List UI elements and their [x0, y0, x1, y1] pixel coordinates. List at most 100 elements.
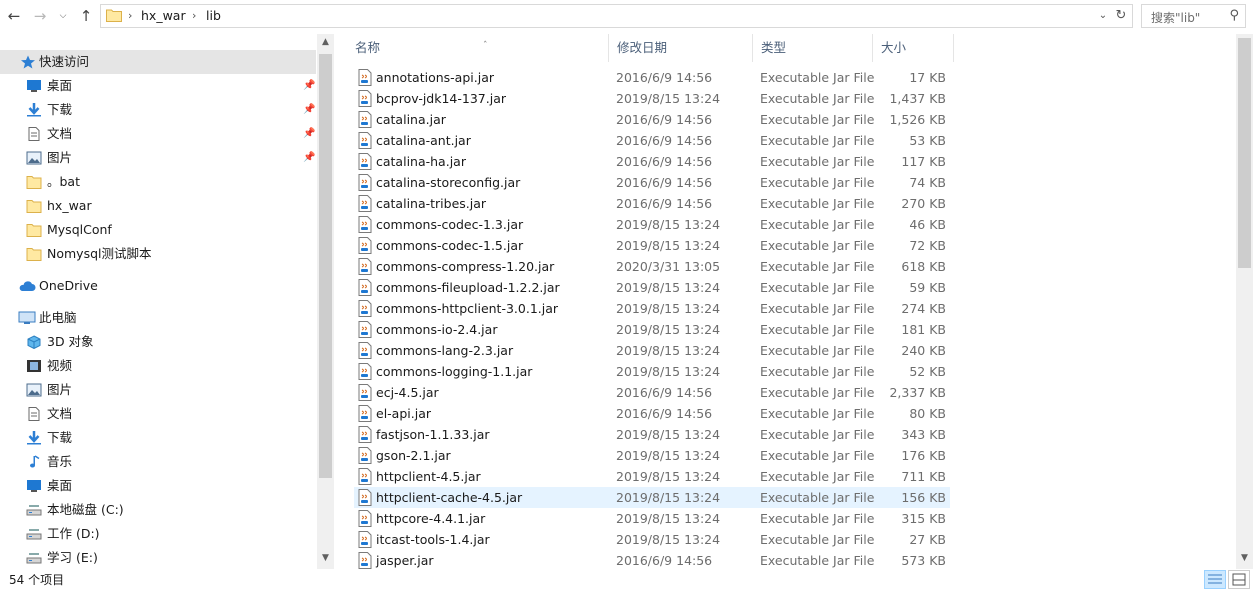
file-row[interactable]: catalina-ant.jar 2016/6/9 14:56 Executable… — [354, 130, 950, 151]
file-list-scrollbar[interactable]: ▲ ▼ — [1236, 34, 1253, 569]
file-row[interactable]: commons-fileupload-1.2.2.jar 2019/8/15 13… — [354, 277, 950, 298]
file-row[interactable]: itcast-tools-1.4.jar 2019/8/15 13:24 Execu… — [354, 529, 950, 550]
nav-item-quick-2[interactable]: 文档 📌 — [0, 122, 316, 146]
file-name[interactable]: catalina-ha.jar — [376, 151, 466, 172]
file-name[interactable]: commons-lang-2.3.jar — [376, 340, 513, 361]
file-name[interactable]: catalina-storeconfig.jar — [376, 172, 520, 193]
nav-item-quick-4[interactable]: 。bat — [0, 170, 316, 194]
nav-item-pc-1[interactable]: 视频 — [0, 354, 316, 378]
scroll-thumb[interactable] — [319, 54, 332, 478]
address-bar[interactable]: › hx_war › lib ⌄ ↻ — [100, 4, 1133, 28]
file-name[interactable]: itcast-tools-1.4.jar — [376, 529, 490, 550]
address-history-dropdown[interactable]: ⌄ — [1096, 7, 1110, 25]
file-name[interactable]: fastjson-1.1.33.jar — [376, 424, 490, 445]
file-row[interactable]: commons-codec-1.3.jar 2019/8/15 13:24 Exec… — [354, 214, 950, 235]
file-name[interactable]: commons-logging-1.1.jar — [376, 361, 532, 382]
nav-item-pc-5[interactable]: 音乐 — [0, 450, 316, 474]
nav-item-quick-6[interactable]: MysqlConf — [0, 218, 316, 242]
file-row[interactable]: ecj-4.5.jar 2016/6/9 14:56 Executable Jar … — [354, 382, 950, 403]
pin-icon[interactable]: 📌 — [303, 122, 315, 146]
large-icons-view-button[interactable] — [1228, 570, 1250, 589]
file-name[interactable]: commons-codec-1.3.jar — [376, 214, 523, 235]
file-row[interactable]: fastjson-1.1.33.jar 2019/8/15 13:24 Execut… — [354, 424, 950, 445]
column-header-date[interactable]: 修改日期 — [609, 34, 753, 62]
pin-icon[interactable]: 📌 — [303, 74, 315, 98]
nav-item-pc-4[interactable]: 下载 — [0, 426, 316, 450]
file-row[interactable]: httpclient-4.5.jar 2019/8/15 13:24 Executa… — [354, 466, 950, 487]
up-button[interactable]: ↑ — [76, 6, 96, 26]
nav-item-pc-9[interactable]: 学习 (E:) — [0, 546, 316, 569]
refresh-button[interactable]: ↻ — [1113, 7, 1129, 25]
nav-item-pc-0[interactable]: 3D 对象 — [0, 330, 316, 354]
file-row[interactable]: commons-codec-1.5.jar 2019/8/15 13:24 Exec… — [354, 235, 950, 256]
file-row[interactable]: commons-io-2.4.jar 2019/8/15 13:24 Executa… — [354, 319, 950, 340]
file-row[interactable]: catalina-storeconfig.jar 2016/6/9 14:56 Ex… — [354, 172, 950, 193]
pin-icon[interactable]: 📌 — [303, 98, 315, 122]
breadcrumb-lib[interactable]: lib — [206, 8, 221, 24]
breadcrumb-hx-war[interactable]: hx_war — [141, 8, 186, 24]
scroll-thumb[interactable] — [1238, 38, 1251, 268]
file-name[interactable]: commons-fileupload-1.2.2.jar — [376, 277, 560, 298]
nav-scrollbar[interactable]: ▲ ▼ — [317, 34, 334, 569]
recent-locations-dropdown[interactable]: ⌵ — [56, 6, 70, 26]
file-row[interactable]: commons-lang-2.3.jar 2019/8/15 13:24 Execu… — [354, 340, 950, 361]
file-row[interactable]: commons-httpclient-3.0.1.jar 2019/8/15 13… — [354, 298, 950, 319]
breadcrumb-separator[interactable]: › — [128, 8, 132, 24]
file-row[interactable]: jasper.jar 2016/6/9 14:56 Executable Jar F… — [354, 550, 950, 569]
file-row[interactable]: httpclient-cache-4.5.jar 2019/8/15 13:24 E… — [354, 487, 950, 508]
file-row[interactable]: annotations-api.jar 2016/6/9 14:56 Executa… — [354, 67, 950, 88]
file-name[interactable]: httpclient-cache-4.5.jar — [376, 487, 522, 508]
file-row[interactable]: bcprov-jdk14-137.jar 2019/8/15 13:24 Execu… — [354, 88, 950, 109]
nav-item-pc-2[interactable]: 图片 — [0, 378, 316, 402]
nav-item-pc-6[interactable]: 桌面 — [0, 474, 316, 498]
pin-icon[interactable]: 📌 — [303, 146, 315, 170]
file-row[interactable]: catalina.jar 2016/6/9 14:56 Executable Jar… — [354, 109, 950, 130]
search-box[interactable]: 搜索"lib" ⚲ — [1141, 4, 1246, 28]
scroll-down-arrow[interactable]: ▼ — [1236, 550, 1253, 567]
search-icon[interactable]: ⚲ — [1229, 8, 1239, 23]
file-name[interactable]: commons-httpclient-3.0.1.jar — [376, 298, 558, 319]
column-header-size[interactable]: 大小 — [873, 34, 954, 62]
nav-item-quick-7[interactable]: Nomysql测试脚本 — [0, 242, 316, 266]
nav-quick-access[interactable]: 快速访问 — [0, 50, 316, 74]
file-name[interactable]: jasper.jar — [376, 550, 434, 569]
file-name[interactable]: el-api.jar — [376, 403, 431, 424]
file-name[interactable]: catalina.jar — [376, 109, 446, 130]
file-name[interactable]: commons-codec-1.5.jar — [376, 235, 523, 256]
forward-button[interactable]: → — [30, 6, 50, 26]
nav-item-quick-3[interactable]: 图片 📌 — [0, 146, 316, 170]
search-input[interactable]: 搜索"lib" — [1151, 9, 1200, 26]
file-name[interactable]: ecj-4.5.jar — [376, 382, 439, 403]
file-row[interactable]: catalina-tribes.jar 2016/6/9 14:56 Executa… — [354, 193, 950, 214]
file-name[interactable]: annotations-api.jar — [376, 67, 494, 88]
file-row[interactable]: httpcore-4.4.1.jar 2019/8/15 13:24 Executa… — [354, 508, 950, 529]
file-name[interactable]: catalina-tribes.jar — [376, 193, 486, 214]
nav-onedrive[interactable]: OneDrive — [0, 274, 316, 298]
file-name[interactable]: catalina-ant.jar — [376, 130, 471, 151]
file-row[interactable]: commons-compress-1.20.jar 2020/3/31 13:05… — [354, 256, 950, 277]
file-name[interactable]: httpcore-4.4.1.jar — [376, 508, 485, 529]
nav-item-pc-7[interactable]: 本地磁盘 (C:) — [0, 498, 316, 522]
nav-item-quick-0[interactable]: 桌面 📌 — [0, 74, 316, 98]
back-button[interactable]: ← — [4, 6, 24, 26]
nav-this-pc[interactable]: 此电脑 — [0, 306, 316, 330]
file-name[interactable]: commons-compress-1.20.jar — [376, 256, 554, 277]
scroll-down-arrow[interactable]: ▼ — [317, 550, 334, 567]
file-row[interactable]: catalina-ha.jar 2016/6/9 14:56 Executable … — [354, 151, 950, 172]
file-name[interactable]: bcprov-jdk14-137.jar — [376, 88, 506, 109]
nav-item-quick-5[interactable]: hx_war — [0, 194, 316, 218]
nav-item-pc-3[interactable]: 文档 — [0, 402, 316, 426]
nav-item-quick-1[interactable]: 下载 📌 — [0, 98, 316, 122]
nav-item-pc-8[interactable]: 工作 (D:) — [0, 522, 316, 546]
file-name[interactable]: commons-io-2.4.jar — [376, 319, 497, 340]
file-row[interactable]: el-api.jar 2016/6/9 14:56 Executable Jar F… — [354, 403, 950, 424]
column-header-name[interactable]: 名称 ˆ — [347, 34, 609, 62]
breadcrumb-separator[interactable]: › — [192, 8, 196, 24]
scroll-up-arrow[interactable]: ▲ — [317, 34, 334, 51]
file-row[interactable]: commons-logging-1.1.jar 2019/8/15 13:24 Ex… — [354, 361, 950, 382]
file-row[interactable]: gson-2.1.jar 2019/8/15 13:24 Executable Ja… — [354, 445, 950, 466]
column-header-type[interactable]: 类型 — [753, 34, 873, 62]
details-view-button[interactable] — [1204, 570, 1226, 589]
file-name[interactable]: httpclient-4.5.jar — [376, 466, 481, 487]
file-name[interactable]: gson-2.1.jar — [376, 445, 451, 466]
